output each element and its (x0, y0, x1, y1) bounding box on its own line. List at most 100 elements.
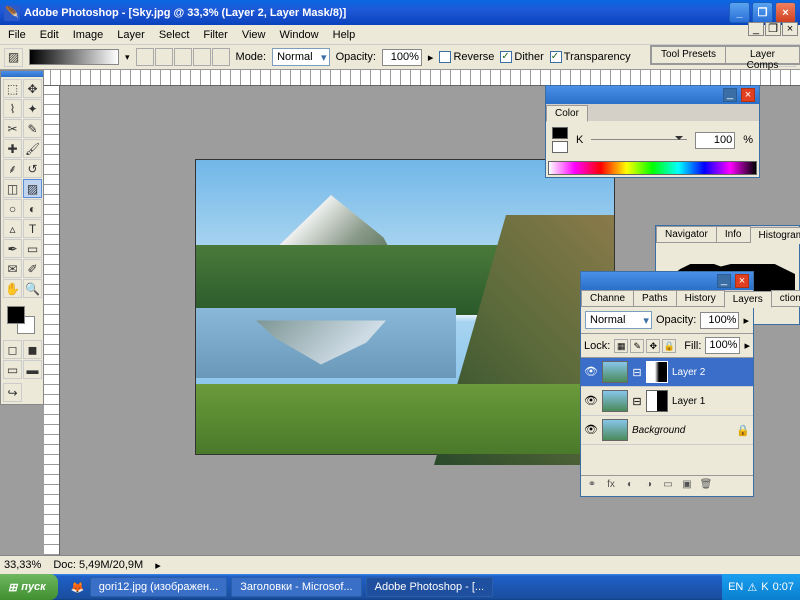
brush-tool[interactable]: 🖌 (23, 139, 42, 158)
path-tool[interactable]: ▵ (3, 219, 22, 238)
tray-icon[interactable]: K (761, 581, 768, 593)
link-layers-icon[interactable]: ⚭ (584, 479, 600, 493)
tab-info[interactable]: Info (716, 226, 751, 243)
gradient-swatch-dropdown[interactable]: ▾ (125, 52, 130, 63)
layer-thumbnail[interactable] (602, 390, 628, 412)
transparency-checkbox[interactable]: Transparency (550, 51, 631, 63)
stamp-tool[interactable]: ⸙ (3, 159, 22, 178)
menu-filter[interactable]: Filter (197, 27, 233, 43)
gradient-reflected[interactable] (193, 48, 211, 66)
tab-color[interactable]: Color (546, 105, 588, 122)
close-button[interactable]: × (775, 2, 796, 23)
opacity-input[interactable]: 100% (382, 49, 422, 66)
move-tool[interactable]: ✥ (23, 79, 42, 98)
menu-edit[interactable]: Edit (34, 27, 65, 43)
adjustment-layer-icon[interactable]: ◑ (641, 479, 657, 493)
opacity-flyout-icon[interactable]: ▸ (428, 51, 434, 64)
zoom-tool[interactable]: 🔍 (23, 279, 42, 298)
dodge-tool[interactable]: ◐ (23, 199, 42, 218)
blur-tool[interactable]: ○ (3, 199, 22, 218)
pen-tool[interactable]: ✒ (3, 239, 22, 258)
gradient-diamond[interactable] (212, 48, 230, 66)
visibility-icon[interactable]: 👁 (584, 365, 598, 379)
layer-name[interactable]: Layer 1 (672, 396, 750, 407)
eraser-tool[interactable]: ◫ (3, 179, 22, 198)
layer-mask-icon[interactable]: ◐ (622, 479, 638, 493)
tab-layer-comps[interactable]: Layer Comps (725, 46, 800, 64)
k-value-input[interactable]: 100 (695, 132, 735, 149)
color-bg-swatch[interactable] (552, 141, 568, 153)
doc-size[interactable]: Doc: 5,49M/20,9M (53, 559, 143, 571)
tab-histogram[interactable]: Histogram (750, 227, 800, 244)
taskbar-item[interactable]: Adobe Photoshop - [... (366, 577, 493, 597)
notes-tool[interactable]: ✉ (3, 259, 22, 278)
menu-view[interactable]: View (236, 27, 272, 43)
color-fg-swatch[interactable] (552, 127, 568, 139)
gradient-tool-icon[interactable]: ▨ (4, 48, 23, 67)
menu-image[interactable]: Image (67, 27, 110, 43)
maximize-button[interactable]: ❐ (752, 2, 773, 23)
start-button[interactable]: ⊞ пуск (0, 574, 58, 600)
history-brush-tool[interactable]: ↺ (23, 159, 42, 178)
lock-paint-icon[interactable]: ✎ (630, 339, 644, 353)
fill-input[interactable]: 100% (705, 337, 740, 354)
mode-dropdown[interactable]: Normal (272, 48, 329, 66)
layers-panel-minimize[interactable]: _ (717, 274, 731, 288)
document-canvas[interactable] (195, 159, 615, 455)
wand-tool[interactable]: ✦ (23, 99, 42, 118)
tab-actions[interactable]: ctions (771, 290, 800, 307)
menu-file[interactable]: File (2, 27, 32, 43)
color-panel-close[interactable]: × (741, 88, 755, 102)
layer-name[interactable]: Background (632, 425, 732, 436)
status-flyout-icon[interactable]: ▸ (155, 559, 161, 572)
gradient-linear[interactable] (136, 48, 154, 66)
eyedropper-tool[interactable]: ✐ (23, 259, 42, 278)
type-tool[interactable]: T (23, 219, 42, 238)
fill-flyout[interactable]: ▸ (744, 339, 750, 352)
group-icon[interactable]: ▭ (660, 479, 676, 493)
tab-history[interactable]: History (676, 290, 725, 307)
tab-navigator[interactable]: Navigator (656, 226, 717, 243)
hand-tool[interactable]: ✋ (3, 279, 22, 298)
layer-thumbnail[interactable] (602, 419, 628, 441)
heal-tool[interactable]: ✚ (3, 139, 22, 158)
tab-tool-presets[interactable]: Tool Presets (651, 46, 726, 64)
color-spectrum[interactable] (548, 161, 757, 175)
tab-layers[interactable]: Layers (724, 291, 772, 308)
lock-transparency-icon[interactable]: ▦ (614, 339, 628, 353)
lock-position-icon[interactable]: ✥ (646, 339, 660, 353)
marquee-tool[interactable]: ⬚ (3, 79, 22, 98)
link-icon[interactable]: ⊟ (632, 395, 642, 408)
screenmode-standard[interactable]: ▭ (3, 360, 22, 379)
doc-minimize-button[interactable]: _ (748, 22, 764, 36)
layer-row[interactable]: 👁 ⊟ Layer 1 (581, 387, 753, 416)
clock[interactable]: 0:07 (773, 581, 794, 593)
dither-checkbox[interactable]: Dither (500, 51, 543, 63)
mask-thumbnail[interactable] (646, 361, 668, 383)
screenmode-full[interactable]: ▬ (23, 360, 42, 379)
k-slider[interactable] (591, 135, 687, 145)
taskbar-item[interactable]: gori12.jpg (изображен... (90, 577, 227, 597)
foreground-color[interactable] (7, 306, 25, 324)
crop-tool[interactable]: ✂ (3, 119, 22, 138)
link-icon[interactable]: ⊟ (632, 366, 642, 379)
doc-restore-button[interactable]: ❐ (765, 22, 781, 36)
visibility-icon[interactable]: 👁 (584, 423, 598, 437)
shape-tool[interactable]: ▭ (23, 239, 42, 258)
blend-mode-dropdown[interactable]: Normal (585, 311, 652, 329)
layer-opacity-input[interactable]: 100% (700, 312, 739, 329)
quicklaunch-firefox-icon[interactable]: 🦊 (70, 581, 86, 594)
language-indicator[interactable]: EN (728, 581, 743, 593)
opacity-flyout[interactable]: ▸ (743, 314, 749, 327)
gradient-radial[interactable] (155, 48, 173, 66)
gradient-swatch[interactable] (29, 49, 119, 65)
color-picker[interactable] (5, 304, 39, 334)
mask-thumbnail[interactable] (646, 390, 668, 412)
visibility-icon[interactable]: 👁 (584, 394, 598, 408)
taskbar-item[interactable]: Заголовки - Microsof... (231, 577, 361, 597)
color-panel-minimize[interactable]: _ (723, 88, 737, 102)
menu-layer[interactable]: Layer (111, 27, 151, 43)
lasso-tool[interactable]: ⌇ (3, 99, 22, 118)
quickmask-off[interactable]: ◻ (3, 340, 22, 359)
menu-window[interactable]: Window (274, 27, 325, 43)
